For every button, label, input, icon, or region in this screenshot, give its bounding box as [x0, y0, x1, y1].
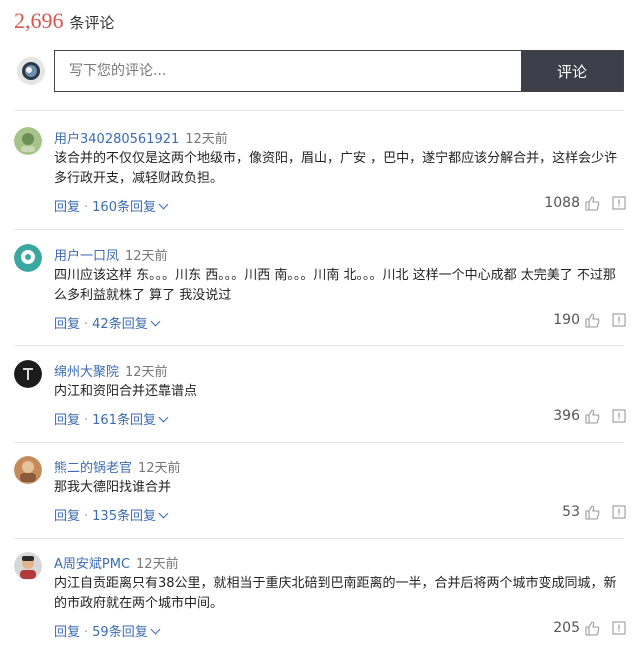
- replies-link[interactable]: 160条回复: [92, 200, 156, 215]
- comments-section: 2,696 条评论 评论 用户340280561921 12天前 该合并的不仅仅是…: [0, 0, 640, 656]
- like-count: 190: [553, 312, 580, 328]
- separator-dot: ·: [84, 413, 89, 428]
- thumbs-up-icon[interactable]: [584, 312, 600, 328]
- comment-meta: 205: [553, 620, 626, 636]
- comment-username[interactable]: 熊二的锅老官: [54, 461, 132, 476]
- submit-comment-button[interactable]: 评论: [521, 51, 623, 91]
- chevron-down-icon[interactable]: [150, 624, 161, 635]
- comment-time: 12天前: [185, 132, 228, 147]
- replies-link[interactable]: 42条回复: [92, 317, 148, 332]
- comment-username[interactable]: 绵州大聚院: [54, 365, 119, 380]
- comment-count-header: 2,696 条评论: [14, 8, 115, 33]
- thumbs-up-icon[interactable]: [584, 408, 600, 424]
- divider: [14, 345, 624, 346]
- current-user-avatar: [17, 57, 45, 85]
- comment-text: 那我大德阳找谁合并: [54, 480, 172, 495]
- comment-meta: 396: [553, 408, 626, 424]
- comment-input-box: 评论: [54, 50, 624, 92]
- reply-link[interactable]: 回复: [54, 200, 80, 215]
- user-avatar: [14, 127, 42, 155]
- comment-username[interactable]: 用户340280561921: [54, 132, 179, 147]
- separator-dot: ·: [84, 317, 89, 332]
- chevron-down-icon[interactable]: [158, 412, 169, 423]
- separator-dot: ·: [84, 509, 89, 524]
- replies-link[interactable]: 135条回复: [92, 509, 156, 524]
- report-icon[interactable]: [612, 409, 626, 423]
- comment-input[interactable]: [55, 51, 521, 91]
- divider: [14, 442, 624, 443]
- reply-link[interactable]: 回复: [54, 317, 80, 332]
- comment-header: 用户340280561921 12天前: [54, 128, 228, 147]
- comment-time: 12天前: [136, 557, 179, 572]
- comment-text: 四川应该这样 东。。。川东 西。。。川西 南。。。川南 北。。。川北 这样一个中…: [54, 268, 616, 303]
- chevron-down-icon[interactable]: [158, 199, 169, 210]
- comment-meta: 53: [562, 504, 626, 520]
- like-count: 53: [562, 504, 580, 520]
- comment-time: 12天前: [125, 249, 168, 264]
- comment-meta: 190: [553, 312, 626, 328]
- comment-header: 用户一口凤 12天前: [54, 245, 168, 264]
- chevron-down-icon[interactable]: [158, 508, 169, 519]
- comment-header: 绵州大聚院 12天前: [54, 361, 168, 380]
- comment-header: A周安斌PMC 12天前: [54, 553, 179, 572]
- thumbs-up-icon[interactable]: [584, 620, 600, 636]
- thumbs-up-icon[interactable]: [584, 195, 600, 211]
- reply-link[interactable]: 回复: [54, 509, 80, 524]
- reply-link[interactable]: 回复: [54, 625, 80, 640]
- separator-dot: ·: [84, 200, 89, 215]
- comment-actions: 回复 · 42条回复: [54, 313, 161, 332]
- user-avatar: [14, 244, 42, 272]
- thumbs-up-icon[interactable]: [584, 504, 600, 520]
- divider: [14, 229, 624, 230]
- comment-time: 12天前: [125, 365, 168, 380]
- replies-link[interactable]: 161条回复: [92, 413, 156, 428]
- comment-username[interactable]: 用户一口凤: [54, 249, 119, 264]
- divider: [14, 110, 624, 111]
- comment-actions: 回复 · 161条回复: [54, 409, 169, 428]
- like-count: 1088: [544, 195, 580, 211]
- comment-count: 2,696: [14, 8, 64, 33]
- report-icon[interactable]: [612, 313, 626, 327]
- replies-link[interactable]: 59条回复: [92, 625, 148, 640]
- user-avatar: [14, 456, 42, 484]
- separator-dot: ·: [84, 625, 89, 640]
- comment-text: 内江和资阳合并还靠谱点: [54, 384, 198, 399]
- reply-link[interactable]: 回复: [54, 413, 80, 428]
- comment-text: 该合并的不仅仅是这两个地级市，像资阳，眉山，广安 ，巴中，遂宁都应该分解合并，这…: [54, 151, 618, 186]
- comment-actions: 回复 · 135条回复: [54, 505, 169, 524]
- chevron-down-icon[interactable]: [150, 316, 161, 327]
- divider: [14, 538, 624, 539]
- comment-username[interactable]: A周安斌PMC: [54, 557, 130, 572]
- report-icon[interactable]: [612, 196, 626, 210]
- user-avatar: [14, 360, 42, 388]
- user-avatar: [14, 552, 42, 580]
- comment-actions: 回复 · 59条回复: [54, 621, 161, 640]
- comment-header: 熊二的锅老官 12天前: [54, 457, 181, 476]
- comment-time: 12天前: [138, 461, 181, 476]
- report-icon[interactable]: [612, 621, 626, 635]
- comment-count-label: 条评论: [69, 14, 115, 32]
- comment-composer: 评论: [14, 50, 624, 92]
- report-icon[interactable]: [612, 505, 626, 519]
- comment-meta: 1088: [544, 195, 626, 211]
- comment-actions: 回复 · 160条回复: [54, 196, 169, 215]
- comment-text: 内江自贡距离只有38公里，就相当于重庆北碚到巴南距离的一半，合并后将两个城市变成…: [54, 576, 617, 611]
- like-count: 396: [553, 408, 580, 424]
- like-count: 205: [553, 620, 580, 636]
